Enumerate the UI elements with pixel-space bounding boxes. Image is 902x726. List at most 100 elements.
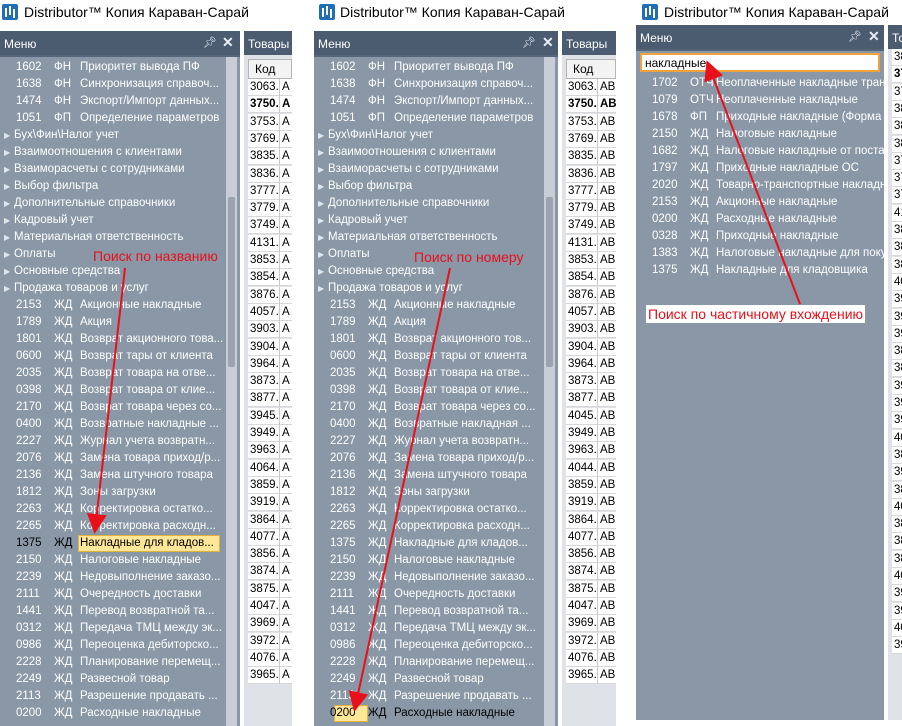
menu-item[interactable]: 1441 ЖД Перевод возвратной та... (314, 603, 558, 620)
table-row[interactable]: 37 (892, 66, 902, 84)
menu-item[interactable]: 2249 ЖД Развесной товар (0, 671, 240, 688)
expand-caret-icon[interactable]: ▶ (4, 148, 10, 157)
table-row[interactable]: 3919.АВН (566, 494, 616, 512)
expand-caret-icon[interactable]: ▶ (318, 284, 324, 293)
menu-item[interactable]: 1702 ОТЧ Неоплаченные накладные трансп (636, 75, 884, 92)
table-row[interactable]: 3873.АВН (566, 373, 616, 391)
table-row[interactable]: 4044.АВН (566, 459, 616, 477)
menu-group[interactable]: ▶ Основные средства (0, 263, 240, 280)
table-row[interactable]: 3753.АВН (566, 113, 616, 131)
menu-item[interactable]: 2035 ЖД Возврат товара на отве... (314, 365, 558, 382)
pin-icon[interactable]: 📌︎ (203, 36, 217, 49)
menu-item[interactable]: 1441 ЖД Перевод возвратной та... (0, 603, 240, 620)
menu-scrollbar[interactable] (226, 57, 237, 726)
menu-group[interactable]: ▶ Дополнительные справочники (314, 195, 558, 212)
menu-item[interactable]: 2239 ЖД Недовыполнение заказо... (314, 569, 558, 586)
table-row[interactable]: 39 (892, 395, 902, 412)
menu-item[interactable]: 1474 ФН Экспорт/Импорт данных... (314, 93, 558, 110)
table-row[interactable]: 4131. А (248, 234, 292, 252)
table-row[interactable]: 38 (892, 100, 902, 118)
table-row[interactable]: 3836. А (248, 165, 292, 183)
menu-group[interactable]: ▶ Дополнительные справочники (0, 195, 240, 212)
table-row[interactable]: 3750.АВН (566, 96, 616, 114)
table-row[interactable]: 3779. А (248, 200, 292, 218)
table-row[interactable]: 3750. А (248, 96, 292, 114)
menu-item[interactable]: 1375 ЖД Накладные для кладов... (314, 535, 558, 552)
menu-group[interactable]: ▶ Взаиморасчеты с сотрудниками (314, 161, 558, 178)
table-row[interactable]: 4057.АВН (566, 303, 616, 321)
table-row[interactable]: 3769.АВН (566, 130, 616, 148)
kod-column-header[interactable]: Код (566, 59, 616, 79)
table-row[interactable]: 3972.АВН (566, 632, 616, 650)
menu-item[interactable]: 1682 ЖД Налоговые накладные от постав... (636, 143, 884, 160)
menu-item[interactable]: 1638 ФН Синхронизация справоч... (314, 76, 558, 93)
menu-item[interactable]: 2136 ЖД Замена штучного товара (0, 467, 240, 484)
menu-group[interactable]: ▶ Материальная ответственность (314, 229, 558, 246)
menu-item[interactable]: 2227 ЖД Журнал учета возвратн... (314, 433, 558, 450)
table-row[interactable]: 4076.АВН (566, 649, 616, 667)
table-row[interactable]: 38 (892, 222, 902, 239)
menu-item[interactable]: 2249 ЖД Развесной товар (314, 671, 558, 688)
expand-caret-icon[interactable]: ▶ (4, 250, 10, 259)
table-row[interactable]: 3854. А (248, 269, 292, 287)
table-row[interactable]: 3949. А (248, 425, 292, 442)
menu-item[interactable]: 2239 ЖД Недовыполнение заказо... (0, 569, 240, 586)
table-row[interactable]: 39 (892, 291, 902, 309)
table-row[interactable]: 3904.АВН (566, 338, 616, 356)
table-row[interactable]: 3903.АВН (566, 321, 616, 339)
menu-item[interactable]: 2228 ЖД Планирование перемещ... (0, 654, 240, 671)
menu-item[interactable]: 1079 ОТЧ Неоплаченные накладные (636, 92, 884, 109)
expand-caret-icon[interactable]: ▶ (318, 148, 324, 157)
menu-item[interactable]: 1789 ЖД Акция (314, 314, 558, 331)
table-row[interactable]: 38 (892, 118, 902, 136)
table-row[interactable]: 3063. А (248, 79, 292, 96)
menu-group[interactable]: ▶ Кадровый учет (0, 212, 240, 229)
table-row[interactable]: 4045.АВН (566, 407, 616, 425)
table-row[interactable]: 39 (892, 412, 902, 430)
menu-item[interactable]: 0200 ЖД Расходные накладные (0, 705, 240, 722)
table-row[interactable]: 4047.АВН (566, 598, 616, 615)
menu-item[interactable]: 1812 ЖД Зоны загрузки (314, 484, 558, 501)
table-row[interactable]: 3969.АВН (566, 615, 616, 633)
table-row[interactable]: 3904. А (248, 338, 292, 356)
table-row[interactable]: 3876.АВН (566, 286, 616, 304)
menu-item[interactable]: 0400 ЖД Возвратные накладная ... (314, 416, 558, 433)
expand-caret-icon[interactable]: ▶ (318, 131, 324, 140)
menu-item[interactable]: 0398 ЖД Возврат товара от клие... (314, 382, 558, 399)
table-row[interactable]: 3853.АВН (566, 252, 616, 269)
table-row[interactable]: 3864.АВН (566, 511, 616, 529)
pin-icon[interactable]: 📌︎ (848, 30, 862, 43)
menu-item[interactable]: 0200 ЖД Расходные накладные (636, 211, 884, 228)
expand-caret-icon[interactable]: ▶ (318, 267, 324, 276)
menu-item[interactable]: 1638 ФН Синхронизация справоч... (0, 76, 240, 93)
menu-item[interactable]: 2228 ЖД Планирование перемещ... (314, 654, 558, 671)
table-row[interactable]: 3777.АВН (566, 182, 616, 200)
table-row[interactable]: 39 (892, 308, 902, 326)
menu-item[interactable]: 2263 ЖД Корректировка остатко... (314, 501, 558, 518)
table-row[interactable]: 3835.АВН (566, 148, 616, 166)
expand-caret-icon[interactable]: ▶ (4, 182, 10, 191)
table-row[interactable]: 38 (892, 49, 902, 66)
menu-item[interactable]: 2076 ЖД Замена товара приход/р... (314, 450, 558, 467)
menu-item[interactable]: 1797 ЖД Приходные накладные ОС (636, 160, 884, 177)
menu-item[interactable]: 0328 ЖД Приходные накладные (636, 228, 884, 245)
expand-caret-icon[interactable]: ▶ (318, 199, 324, 208)
table-row[interactable]: 3864. А (248, 511, 292, 529)
menu-item[interactable]: 0400 ЖД Возвратные накладные ... (0, 416, 240, 433)
menu-item[interactable]: 2265 ЖД Корректировка расходн... (0, 518, 240, 535)
table-row[interactable]: 37 (892, 170, 902, 188)
table-row[interactable]: 3769. А (248, 130, 292, 148)
table-row[interactable]: 38 (892, 256, 902, 274)
menu-item[interactable]: 1789 ЖД Акция (0, 314, 240, 331)
menu-group[interactable]: ▶ Продажа товаров и услуг (314, 280, 558, 297)
menu-item[interactable]: 2113 ЖД Разрешение продавать ... (314, 688, 558, 705)
table-row[interactable]: 3969. А (248, 615, 292, 633)
menu-item[interactable]: 2150 ЖД Налоговые накладные (636, 126, 884, 143)
menu-group[interactable]: ▶ Бух\Фин\Налог учет (0, 127, 240, 144)
table-row[interactable]: 40 (892, 429, 902, 447)
table-row[interactable]: 3945. А (248, 407, 292, 425)
menu-item[interactable]: 0200 ЖД Расходные накладные (314, 705, 558, 722)
menu-group[interactable]: ▶ Выбор фильтра (0, 178, 240, 195)
menu-item[interactable]: 1812 ЖД Зоны загрузки (0, 484, 240, 501)
table-row[interactable]: 40 (892, 273, 902, 291)
